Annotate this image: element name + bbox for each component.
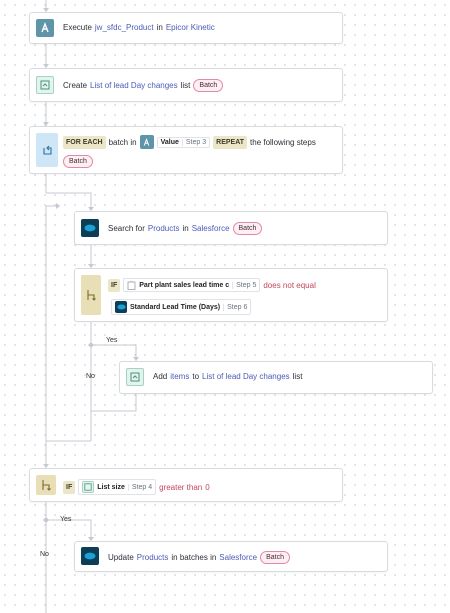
execute-mid: in [156,23,163,32]
list-size-datapill[interactable]: List size Step 4 [78,479,157,495]
if-keyword: IF [63,480,76,494]
datapill-step: Step 5 [232,281,256,289]
kinetic-icon [139,135,154,149]
update-mid: in batches in [171,553,217,562]
condition-operator: does not equal [263,280,316,290]
lead-time-datapill[interactable]: Part plant sales lead time c Step 5 [123,278,261,292]
datapill-step: Step 4 [127,483,152,491]
execute-prefix: Execute [63,23,92,32]
execute-target-link[interactable]: jw_sfdc_Product [95,23,154,32]
no-branch-label: No [86,373,95,380]
datapill-label: Value [160,138,179,146]
if-condition-step-card[interactable]: IF Part plant sales lead time c Step 5 d… [74,268,388,322]
datapill-step: Step 3 [181,138,206,146]
create-list-link[interactable]: List of lead Day changes [90,81,178,90]
update-app-link[interactable]: Salesforce [219,553,257,562]
condition-value: 0 [205,482,210,492]
salesforce-icon [81,219,99,237]
foreach-text-following: the following steps [250,137,316,147]
search-prefix: Search for [108,224,145,233]
salesforce-icon [81,547,99,565]
kinetic-icon [36,19,54,37]
condition-operator: greater than [159,482,203,492]
yes-branch-label: Yes [60,516,72,523]
if-keyword: IF [108,278,121,292]
search-app-link[interactable]: Salesforce [192,224,230,233]
list-icon [82,481,95,493]
loop-icon [36,133,58,167]
foreach-text-batch-in: batch in [108,137,137,147]
add-prefix: Add [153,372,168,381]
search-step-card[interactable]: Search for Products in Salesforce Batch [74,211,388,245]
add-list-link[interactable]: List of lead Day changes [202,372,290,381]
add-items-link[interactable]: items [170,372,189,381]
datapill-step: Step 6 [223,303,247,311]
no-branch-label: No [40,551,49,558]
search-batch-badge: Batch [232,222,263,235]
create-batch-badge: Batch [193,79,224,92]
list-icon [36,76,54,94]
foreach-step-card[interactable]: FOR EACH batch in Value Step 3 REPEAT th… [29,126,343,174]
create-suffix: list [180,81,191,90]
value-datapill[interactable]: Value Step 3 [156,136,211,148]
repeat-keyword: REPEAT [213,135,248,149]
datapill-label: Standard Lead Time (Days) [130,303,221,311]
search-object-link[interactable]: Products [148,224,180,233]
update-prefix: Update [108,553,134,562]
execute-step-card[interactable]: Execute jw_sfdc_Product in Epicor Kineti… [29,12,343,44]
update-object-link[interactable]: Products [137,553,169,562]
foreach-batch-badge: Batch [63,155,93,168]
branch-icon [81,275,101,315]
foreach-keyword: FOR EACH [63,135,106,149]
update-batch-badge: Batch [260,551,290,564]
clipboard-icon [127,280,136,290]
standard-lead-time-datapill[interactable]: Standard Lead Time (Days) Step 6 [111,299,252,315]
create-prefix: Create [63,81,88,90]
create-list-step-card[interactable]: Create List of lead Day changes list Bat… [29,68,343,102]
execute-app-link[interactable]: Epicor Kinetic [166,23,215,32]
branch-icon [36,475,56,495]
datapill-label: Part plant sales lead time c [139,281,230,289]
add-mid: to [192,372,200,381]
salesforce-icon [115,301,127,313]
update-step-card[interactable]: Update Products in batches in Salesforce… [74,541,388,572]
datapill-label: List size [97,483,125,491]
add-suffix: list [292,372,303,381]
list-icon [126,368,144,386]
search-mid: in [182,224,189,233]
yes-branch-label: Yes [106,337,118,344]
add-items-step-card[interactable]: Add items to List of lead Day changes li… [119,361,433,394]
if-list-size-step-card[interactable]: IF List size Step 4 greater than 0 [29,468,343,502]
